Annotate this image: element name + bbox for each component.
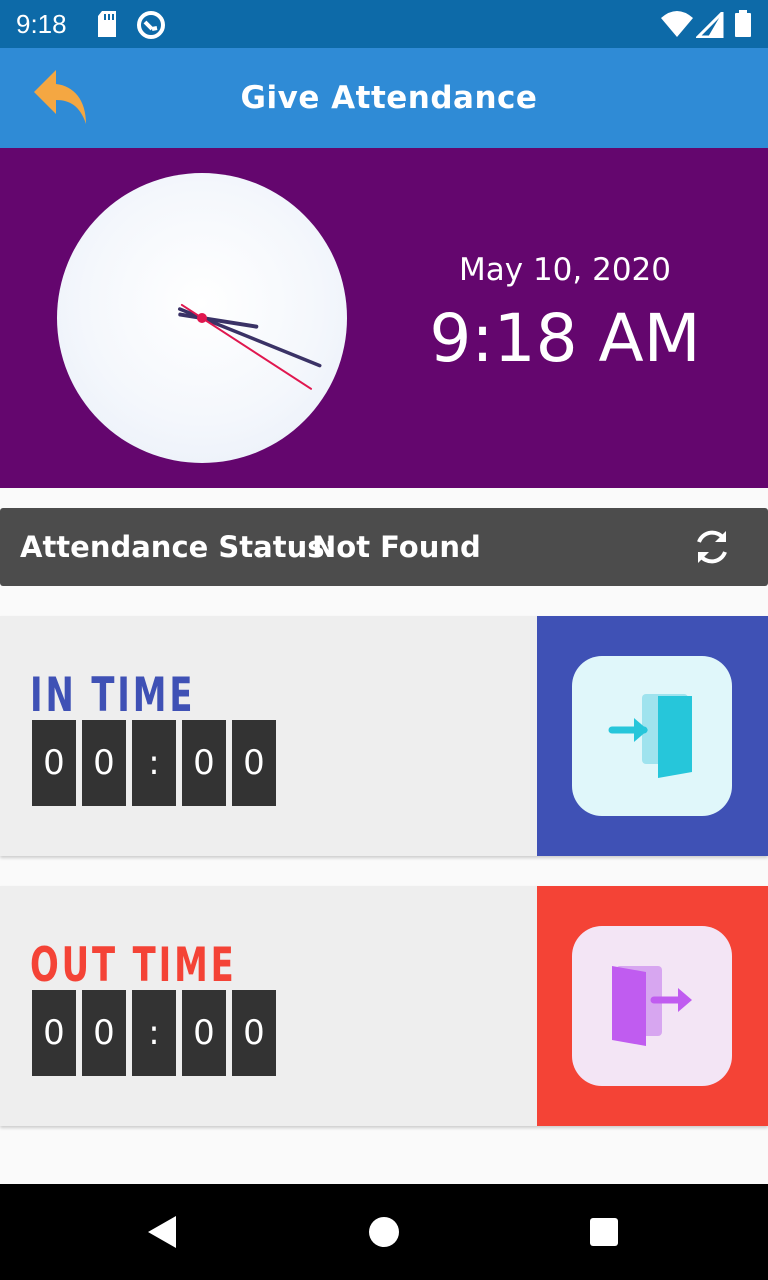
- nav-back-button[interactable]: [114, 1184, 210, 1280]
- recents-square-icon: [590, 1218, 618, 1246]
- in-time-separator: :: [132, 720, 176, 806]
- clock-panel: May 10, 2020 9:18 AM: [0, 148, 768, 488]
- refresh-icon: [697, 530, 727, 564]
- page-title: Give Attendance: [240, 80, 538, 116]
- sd-card-icon: [96, 10, 118, 42]
- battery-icon: [734, 10, 752, 42]
- app-bar: Give Attendance: [0, 48, 768, 148]
- in-time-digit: 0: [82, 720, 126, 806]
- attendance-status-value: Not Found: [312, 530, 481, 564]
- in-time-card: IN TIME 0 0 : 0 0: [0, 616, 768, 856]
- in-action-panel: [537, 616, 768, 856]
- clock-center-dot: [197, 313, 207, 323]
- back-triangle-icon: [148, 1216, 176, 1248]
- current-time: 9:18 AM: [429, 300, 701, 377]
- wifi-icon: [660, 10, 694, 42]
- signal-icon: [694, 9, 724, 42]
- exit-door-icon: [612, 966, 692, 1046]
- in-time-digit: 0: [32, 720, 76, 806]
- in-time-digit: 0: [232, 720, 276, 806]
- system-nav-bar: [0, 1184, 768, 1280]
- check-in-button[interactable]: [572, 656, 732, 816]
- back-button[interactable]: [28, 66, 92, 130]
- out-time-separator: :: [132, 990, 176, 1076]
- analog-clock: [57, 173, 347, 463]
- in-time-digit: 0: [182, 720, 226, 806]
- out-time-digit: 0: [32, 990, 76, 1076]
- in-time-title: IN TIME: [30, 668, 196, 723]
- out-time-title: OUT TIME: [30, 938, 237, 993]
- attendance-status-label: Attendance Status:: [20, 530, 337, 564]
- out-time-digit: 0: [82, 990, 126, 1076]
- refresh-button[interactable]: [690, 525, 734, 569]
- out-action-panel: [537, 886, 768, 1126]
- status-bar: 9:18: [0, 0, 768, 48]
- enter-door-icon: [608, 694, 692, 778]
- check-out-button[interactable]: [572, 926, 732, 1086]
- current-date: May 10, 2020: [459, 252, 671, 288]
- nav-recents-button[interactable]: [556, 1184, 652, 1280]
- nav-home-button[interactable]: [336, 1184, 432, 1280]
- out-time-card: OUT TIME 0 0 : 0 0: [0, 886, 768, 1126]
- attendance-status-bar: Attendance Status: Not Found: [0, 508, 768, 586]
- status-time: 9:18: [16, 9, 67, 39]
- out-time-digit: 0: [232, 990, 276, 1076]
- sync-badge-icon: [136, 10, 166, 44]
- reply-arrow-icon: [34, 70, 86, 124]
- out-time-digit: 0: [182, 990, 226, 1076]
- home-circle-icon: [369, 1217, 399, 1247]
